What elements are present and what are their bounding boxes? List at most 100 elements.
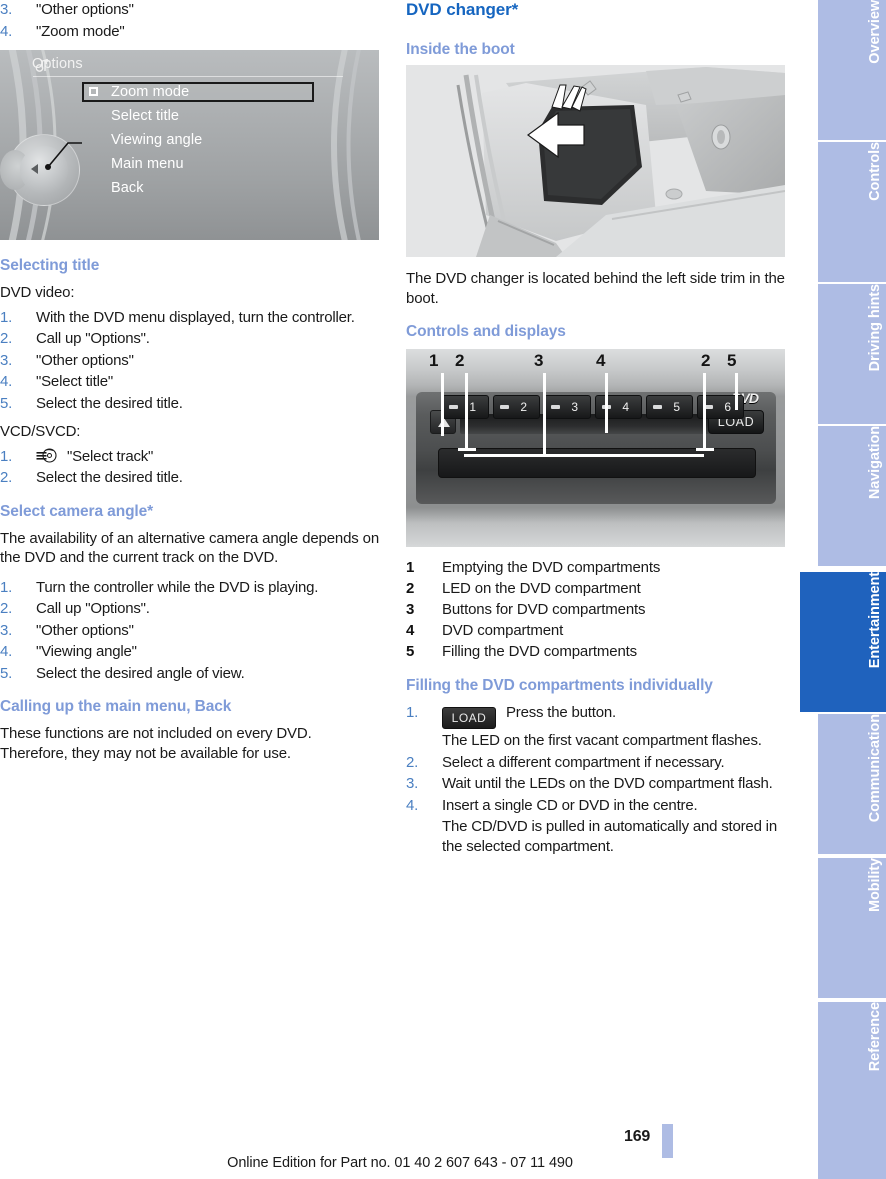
page-number-bar bbox=[662, 1124, 673, 1158]
legend-number: 4 bbox=[406, 622, 415, 639]
sidebar-tab-entertainment[interactable]: Entertainment bbox=[800, 572, 886, 712]
list-item: 4 DVD compartment bbox=[406, 620, 788, 641]
sidebar-tab-label: Communication bbox=[867, 714, 883, 823]
step-number: 5. bbox=[0, 394, 13, 412]
step-number: 2. bbox=[406, 753, 419, 771]
legend-text: DVD compartment bbox=[442, 622, 564, 639]
edition-notice: Online Edition for Part no. 01 40 2 607 … bbox=[227, 1155, 573, 1171]
heading-main-menu-back: Calling up the main menu, Back bbox=[0, 698, 232, 715]
heading-select-camera-angle: Select camera angle* bbox=[0, 502, 154, 520]
step-text: "Zoom mode" bbox=[36, 22, 125, 40]
legend-text: LED on the DVD compartment bbox=[442, 580, 641, 597]
step-text: Wait until the LEDs on the DVD compartme… bbox=[442, 775, 773, 792]
step-number: 3. bbox=[406, 775, 419, 792]
sidebar-tab-label: Controls bbox=[867, 142, 883, 201]
step-text: Call up "Options". bbox=[36, 330, 150, 347]
list-item: 5 Filling the DVD compartments bbox=[406, 641, 788, 662]
sidebar-tab-communication[interactable]: Communication bbox=[818, 714, 886, 854]
load-button-inline[interactable]: LOAD bbox=[442, 707, 496, 729]
step-text: "Select title" bbox=[36, 373, 114, 390]
step-number: 2. bbox=[0, 469, 13, 486]
chapter-heading-dvd-changer: DVD changer* bbox=[406, 0, 519, 19]
step-number: 4. bbox=[406, 796, 419, 814]
legend-text: Buttons for DVD compartments bbox=[442, 601, 646, 618]
step-number: 2. bbox=[0, 330, 13, 347]
step-number: 5. bbox=[0, 664, 13, 682]
text-vcd-svcd-intro: VCD/SVCD: bbox=[0, 423, 81, 440]
list-item: 3. "Other options" bbox=[0, 0, 382, 20]
dvd-changer-diagram: 1 2 3 4 2 5 DVD LOAD 1 2 3 4 5 6 bbox=[406, 349, 785, 547]
heading-controls-and-displays: Controls and displays bbox=[406, 323, 566, 340]
step-number: 4. bbox=[0, 373, 13, 390]
step-text: Turn the controller while the DVD is pla… bbox=[36, 578, 319, 596]
camera-angle-steps: 1. Turn the controller while the DVD is p… bbox=[0, 578, 382, 684]
step-text: "Select track" bbox=[66, 447, 154, 465]
text-main-menu-back-body: These functions are not included on ever… bbox=[0, 725, 312, 762]
list-item: 2. Select the desired title. bbox=[0, 468, 382, 488]
list-item: 3 Buttons for DVD compartments bbox=[406, 599, 788, 620]
list-item: 5. Select the desired title. bbox=[0, 394, 382, 414]
right-column: DVD changer* Inside the boot The DVD cha… bbox=[406, 0, 788, 865]
step-text: "Other options" bbox=[36, 621, 134, 639]
heading-inside-the-boot: Inside the boot bbox=[406, 41, 515, 58]
text-camera-angle-body: The availability of an alternative camer… bbox=[0, 529, 380, 567]
sidebar-tab-controls[interactable]: Controls bbox=[818, 142, 886, 282]
page-columns: 3. "Other options" 4. "Zoom mode" Option… bbox=[0, 0, 800, 1105]
filling-steps: 1. LOAD Press the button. The LED on the… bbox=[406, 703, 788, 856]
list-item: 1. Turn the controller while the DVD is p… bbox=[0, 578, 382, 598]
legend-number: 1 bbox=[406, 559, 415, 576]
select-track-icon bbox=[36, 447, 58, 463]
step-text: Press the button. bbox=[505, 704, 616, 721]
callout-leader-line bbox=[45, 142, 82, 170]
step-number: 3. bbox=[0, 1, 13, 18]
diagram-legend: 1 Emptying the DVD compartments 2 LED on t… bbox=[406, 557, 788, 662]
step-text: Select a different compartment if necess… bbox=[442, 753, 725, 771]
boot-illustration bbox=[406, 65, 785, 257]
step-number: 3. bbox=[0, 621, 13, 639]
sidebar-tab-label: Mobility bbox=[867, 858, 883, 912]
callout-lines bbox=[441, 373, 738, 457]
step-substext: The LED on the first vacant compartment … bbox=[442, 732, 762, 749]
step-substext: The CD/DVD is pulled in automatically an… bbox=[442, 818, 777, 855]
idrive-options-screenshot: Options Zoom mode Select title Viewing a… bbox=[0, 50, 379, 240]
boot-trim-drawing bbox=[406, 65, 785, 257]
step-number: 2. bbox=[0, 600, 13, 617]
list-item: 2 LED on the DVD compartment bbox=[406, 578, 788, 599]
chapter-tab-sidebar: Overview Controls Driving hints Navigati… bbox=[800, 0, 886, 1179]
list-item: 3. Wait until the LEDs on the DVD compart… bbox=[406, 774, 788, 794]
list-item: 4. "Zoom mode" bbox=[0, 22, 382, 42]
step-text: With the DVD menu displayed, turn the co… bbox=[36, 308, 355, 326]
step-number: 1. bbox=[0, 308, 13, 326]
list-item: 1 Emptying the DVD compartments bbox=[406, 557, 788, 578]
left-column: 3. "Other options" 4. "Zoom mode" Option… bbox=[0, 0, 382, 773]
page-number: 169 bbox=[624, 1128, 651, 1145]
list-item: 5. Select the desired angle of view. bbox=[0, 664, 382, 684]
list-item: 4. "Viewing angle" bbox=[0, 642, 382, 662]
list-item: 3. "Other options" bbox=[0, 621, 382, 641]
continued-step-list: 3. "Other options" 4. "Zoom mode" bbox=[0, 0, 382, 41]
list-item: 2. Call up "Options". bbox=[0, 329, 382, 349]
step-number: 1. bbox=[0, 447, 13, 465]
sidebar-tab-navigation[interactable]: Navigation bbox=[818, 426, 886, 566]
step-text: "Viewing angle" bbox=[36, 643, 137, 660]
step-number: 1. bbox=[0, 578, 13, 596]
sidebar-tab-mobility[interactable]: Mobility bbox=[818, 858, 886, 998]
step-number: 4. bbox=[0, 22, 13, 40]
selecting-title-steps-vcd: 1. "Select track" 2. Select the desired … bbox=[0, 447, 382, 488]
step-text: Call up "Options". bbox=[36, 600, 150, 617]
step-number: 4. bbox=[0, 643, 13, 660]
list-item: 1. "Select track" bbox=[0, 447, 382, 467]
legend-number: 3 bbox=[406, 601, 415, 618]
list-item: 1. LOAD Press the button. The LED on the… bbox=[406, 703, 788, 751]
heading-filling-individually: Filling the DVD compartments individuall… bbox=[406, 677, 713, 694]
legend-text: Emptying the DVD compartments bbox=[442, 559, 661, 576]
legend-text: Filling the DVD compartments bbox=[442, 643, 638, 660]
list-item: 1. With the DVD menu displayed, turn the … bbox=[0, 308, 382, 328]
step-text: Select the desired title. bbox=[36, 394, 183, 412]
sidebar-tab-driving-hints[interactable]: Driving hints bbox=[818, 284, 886, 424]
step-text: "Other options" bbox=[36, 351, 134, 369]
list-item: 2. Call up "Options". bbox=[0, 599, 382, 619]
sidebar-tab-overview[interactable]: Overview bbox=[818, 0, 886, 140]
sidebar-tab-label: Navigation bbox=[867, 426, 883, 500]
step-text: "Other options" bbox=[36, 1, 134, 18]
